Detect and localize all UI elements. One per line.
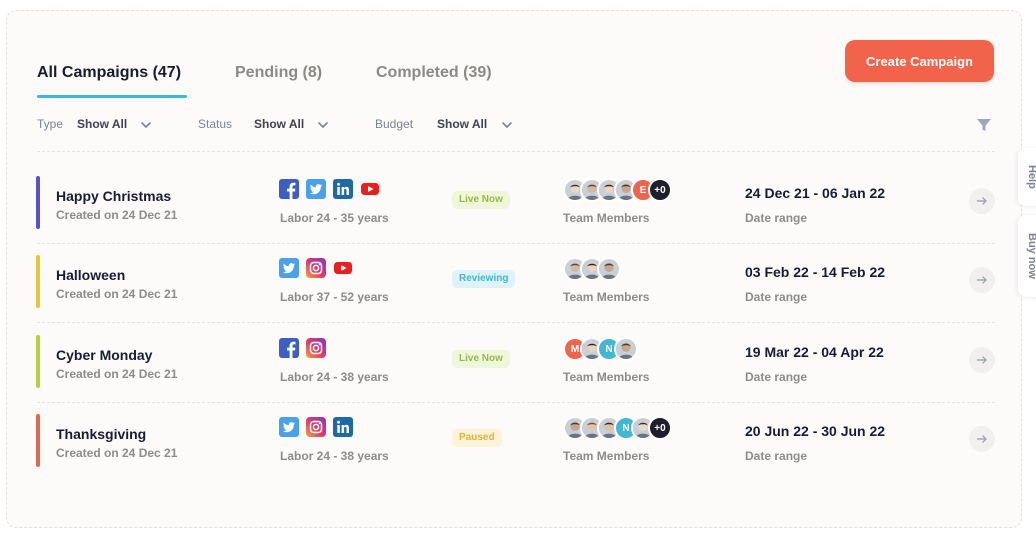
- team-avatars[interactable]: N +0: [563, 416, 672, 440]
- arrow-right-icon: [976, 276, 987, 284]
- linkedin-icon: [333, 179, 353, 199]
- filter-type-label: Type: [37, 117, 64, 131]
- status-badge: Paused: [452, 429, 502, 447]
- twitter-icon: [279, 417, 299, 437]
- avatar[interactable]: +0: [648, 178, 672, 202]
- date-range-label: Date range: [745, 290, 808, 304]
- open-campaign-button[interactable]: [969, 347, 995, 373]
- team-avatars[interactable]: MN: [563, 337, 638, 361]
- chevron-down-icon[interactable]: [139, 118, 153, 132]
- facebook-icon: [279, 338, 299, 358]
- row-accent-bar: [36, 255, 40, 308]
- buy-now-side-tab[interactable]: Buy now: [1018, 215, 1036, 297]
- campaign-title[interactable]: Thanksgiving: [56, 426, 146, 442]
- audience-range: Labor 24 - 38 years: [280, 370, 389, 384]
- facebook-icon: [279, 179, 299, 199]
- row-accent-bar: [36, 176, 40, 229]
- campaign-created-date: Created on 24 Dec 21: [56, 208, 178, 222]
- campaign-title[interactable]: Happy Christmas: [56, 188, 171, 204]
- arrow-right-icon: [976, 356, 987, 364]
- campaign-row[interactable]: Halloween Created on 24 Dec 21 Labor 37 - …: [7, 243, 1023, 323]
- date-range-value: 03 Feb 22 - 14 Feb 22: [745, 264, 886, 280]
- audience-range: Labor 24 - 38 years: [280, 449, 389, 463]
- team-members-label: Team Members: [563, 211, 650, 225]
- chevron-down-icon[interactable]: [500, 118, 514, 132]
- tab-pending[interactable]: Pending (8): [235, 64, 322, 82]
- create-campaign-button[interactable]: Create Campaign: [845, 40, 994, 82]
- open-campaign-button[interactable]: [969, 426, 995, 452]
- social-channels: [279, 338, 326, 358]
- twitter-icon: [306, 179, 326, 199]
- status-badge: Reviewing: [452, 270, 516, 288]
- twitter-icon: [279, 258, 299, 278]
- team-avatars[interactable]: [563, 257, 621, 281]
- avatar[interactable]: +0: [648, 416, 672, 440]
- campaign-created-date: Created on 24 Dec 21: [56, 367, 178, 381]
- date-range-label: Date range: [745, 211, 808, 225]
- date-range-label: Date range: [745, 449, 808, 463]
- open-campaign-button[interactable]: [969, 188, 995, 214]
- filter-status-label: Status: [198, 117, 233, 131]
- team-members-label: Team Members: [563, 370, 650, 384]
- campaign-created-date: Created on 24 Dec 21: [56, 446, 178, 460]
- social-channels: [279, 417, 353, 437]
- row-accent-bar: [36, 414, 40, 467]
- open-campaign-button[interactable]: [969, 267, 995, 293]
- campaigns-card: All Campaigns (47) Pending (8) Completed…: [6, 10, 1022, 528]
- filter-budget-value[interactable]: Show All: [437, 117, 487, 131]
- team-members-label: Team Members: [563, 449, 650, 463]
- filter-status-value[interactable]: Show All: [254, 117, 304, 131]
- avatar[interactable]: [614, 337, 638, 361]
- help-side-tab[interactable]: Help: [1018, 148, 1036, 206]
- row-accent-bar: [36, 335, 40, 388]
- status-badge: Live Now: [452, 191, 510, 209]
- chevron-down-icon[interactable]: [316, 118, 330, 132]
- campaign-row[interactable]: Cyber Monday Created on 24 Dec 21 Labor 24…: [7, 323, 1023, 403]
- tab-completed[interactable]: Completed (39): [376, 64, 492, 82]
- audience-range: Labor 24 - 35 years: [280, 211, 389, 225]
- campaign-row[interactable]: Happy Christmas Created on 24 Dec 21 Labor…: [7, 164, 1023, 244]
- date-range-value: 19 Mar 22 - 04 Apr 22: [745, 344, 884, 360]
- team-avatars[interactable]: E +0: [563, 178, 672, 202]
- campaign-created-date: Created on 24 Dec 21: [56, 287, 178, 301]
- arrow-right-icon: [976, 197, 987, 205]
- avatar[interactable]: [597, 257, 621, 281]
- youtube-icon: [333, 258, 353, 278]
- youtube-icon: [360, 179, 380, 199]
- divider: [37, 151, 995, 152]
- tab-all-campaigns[interactable]: All Campaigns (47): [37, 64, 181, 82]
- date-range-value: 24 Dec 21 - 06 Jan 22: [745, 185, 886, 201]
- campaign-row[interactable]: Thanksgiving Created on 24 Dec 21 Labor 24…: [7, 402, 1023, 482]
- campaign-title[interactable]: Cyber Monday: [56, 347, 152, 363]
- social-channels: [279, 179, 380, 199]
- linkedin-icon: [333, 417, 353, 437]
- filter-budget-label: Budget: [375, 117, 414, 131]
- instagram-icon: [306, 417, 326, 437]
- filter-type-value[interactable]: Show All: [77, 117, 127, 131]
- team-members-label: Team Members: [563, 290, 650, 304]
- arrow-right-icon: [976, 435, 987, 443]
- instagram-icon: [306, 258, 326, 278]
- audience-range: Labor 37 - 52 years: [280, 290, 389, 304]
- status-badge: Live Now: [452, 350, 510, 368]
- date-range-value: 20 Jun 22 - 30 Jun 22: [745, 423, 886, 439]
- filter-funnel-icon[interactable]: [976, 117, 992, 133]
- active-tab-indicator: [37, 95, 187, 98]
- date-range-label: Date range: [745, 370, 808, 384]
- campaign-title[interactable]: Halloween: [56, 267, 125, 283]
- instagram-icon: [306, 338, 326, 358]
- social-channels: [279, 258, 353, 278]
